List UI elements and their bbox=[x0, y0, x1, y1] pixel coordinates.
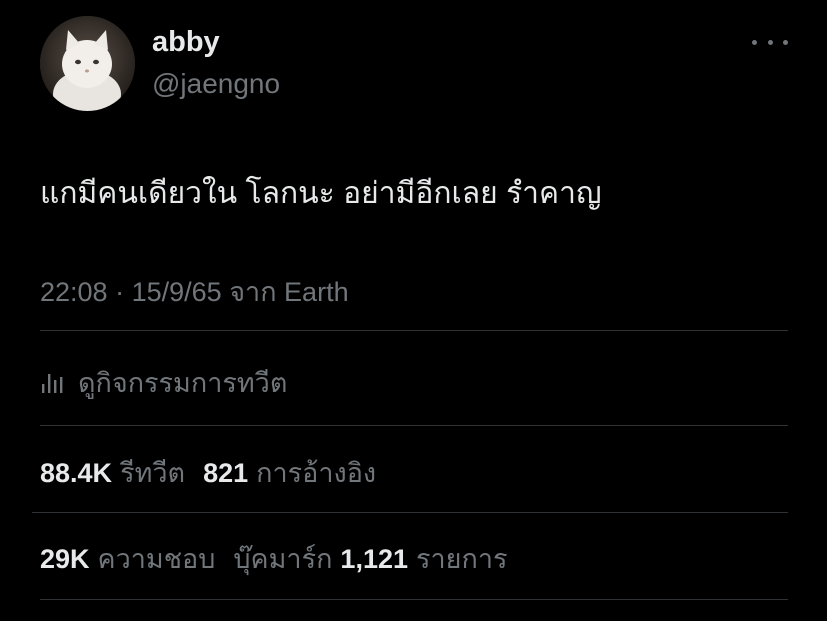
analytics-bars-icon bbox=[42, 373, 63, 393]
activity-label: ดูกิจกรรมการทวีต bbox=[78, 368, 288, 398]
bookmarks-label: รายการ bbox=[416, 544, 508, 574]
quotes-stat[interactable]: 821 การอ้างอิง bbox=[203, 451, 394, 494]
divider bbox=[32, 512, 788, 513]
likes-label: ความชอบ bbox=[97, 544, 216, 574]
user-handle[interactable]: @jaengno bbox=[152, 68, 280, 100]
retweets-label: รีทวีต bbox=[120, 458, 186, 488]
retweets-stat[interactable]: 88.4K รีทวีต bbox=[40, 451, 203, 494]
divider bbox=[40, 330, 788, 331]
tweet-time[interactable]: 22:08 bbox=[40, 277, 108, 307]
white-cat-avatar-icon bbox=[40, 16, 135, 111]
avatar[interactable] bbox=[40, 16, 135, 111]
view-tweet-activity-link[interactable]: ดูกิจกรรมการทวีต bbox=[40, 361, 287, 404]
bookmarks-count: 1,121 bbox=[340, 544, 408, 574]
bookmarks-prefix: บุ๊คมาร์ก bbox=[233, 544, 333, 574]
likes-stat[interactable]: 29K ความชอบ bbox=[40, 537, 233, 580]
bookmarks-stat[interactable]: บุ๊คมาร์ก 1,121 รายการ bbox=[233, 537, 525, 580]
quotes-label: การอ้างอิง bbox=[256, 458, 377, 488]
tweet-date[interactable]: 15/9/65 bbox=[132, 277, 222, 307]
more-options-icon[interactable] bbox=[752, 32, 788, 52]
display-name[interactable]: abby bbox=[152, 26, 220, 59]
tweet-text: แกมีคนเดียวใน โลกนะ อย่ามีอีกเลย รำคาญ bbox=[40, 177, 602, 210]
divider bbox=[40, 599, 788, 600]
quotes-count: 821 bbox=[203, 458, 249, 488]
meta-separator: · bbox=[115, 277, 125, 307]
likes-count: 29K bbox=[40, 544, 90, 574]
stats-row-likes: 29K ความชอบ บุ๊คมาร์ก 1,121 รายการ bbox=[40, 537, 526, 580]
tweet-meta: 22:08 · 15/9/65 จาก Earth bbox=[40, 270, 349, 313]
divider bbox=[40, 425, 788, 426]
tweet-source: จาก Earth bbox=[229, 277, 349, 307]
retweets-count: 88.4K bbox=[40, 458, 113, 488]
stats-row-retweets: 88.4K รีทวีต 821 การอ้างอิง bbox=[40, 451, 394, 494]
